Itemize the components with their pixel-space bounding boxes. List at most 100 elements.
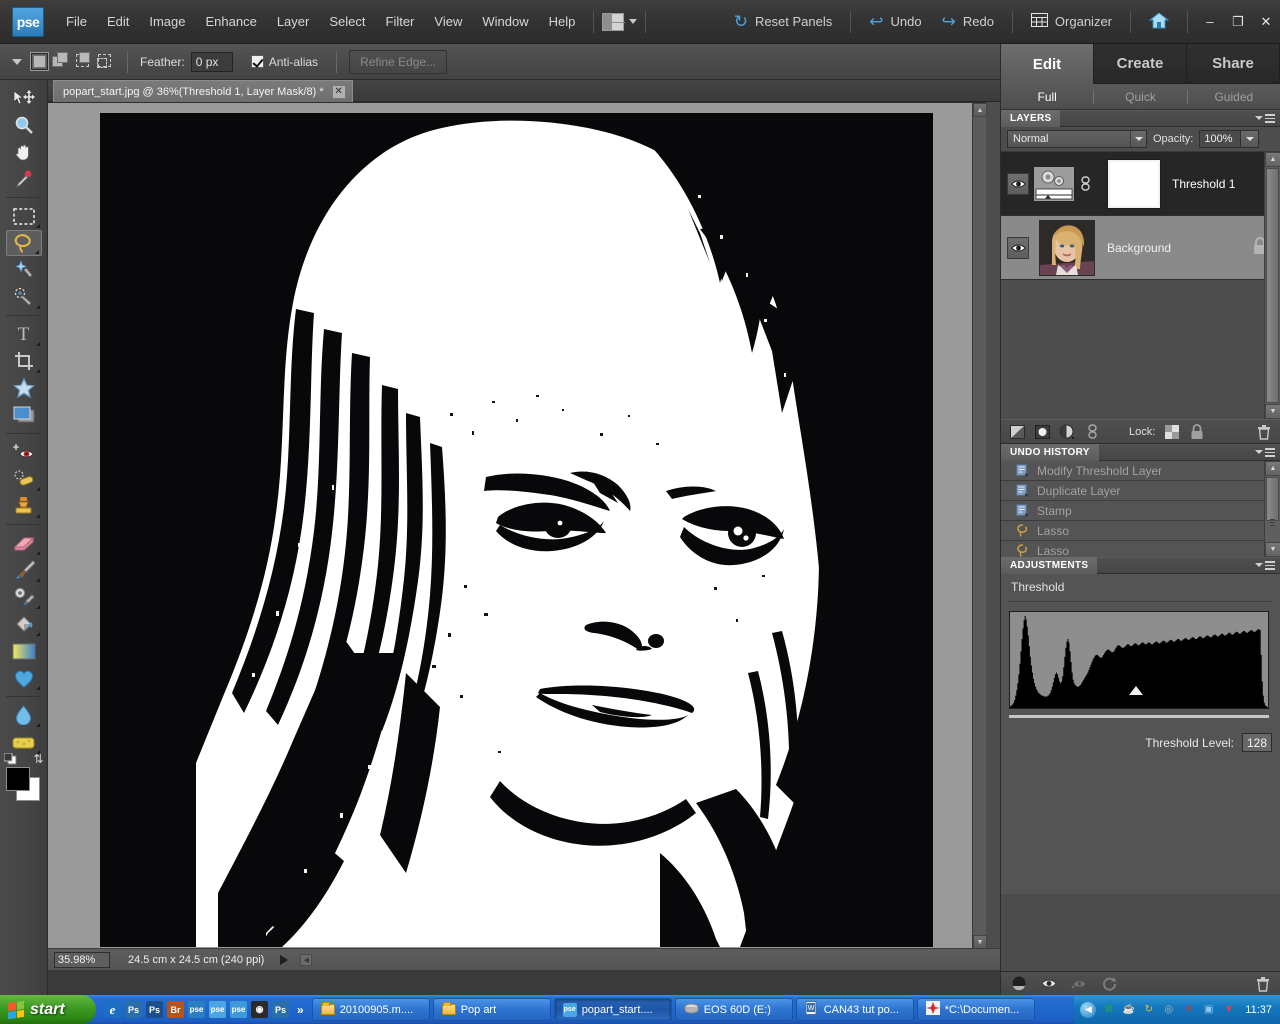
status-play-icon[interactable] [280,955,288,965]
clone-stamp-tool[interactable] [6,493,42,519]
straighten-tool[interactable] [6,402,42,428]
image-canvas[interactable] [100,113,933,947]
layers-scrollbar[interactable]: ▲ ▼ [1264,152,1280,419]
adjustment-layer-thumbnail[interactable] [1033,166,1075,202]
menu-edit[interactable]: Edit [97,10,139,33]
layers-panel-menu-button[interactable] [1255,114,1275,123]
internet-explorer-icon[interactable]: e [104,1001,121,1018]
scroll-down-icon[interactable]: ▼ [1265,404,1280,419]
lock-all-icon[interactable] [1189,424,1205,440]
layer-visibility-toggle[interactable] [1007,173,1029,195]
pse-icon-3[interactable]: pse [230,1001,247,1018]
smart-brush-tool[interactable] [6,584,42,610]
tray-expand-icon[interactable]: ◀ [1080,1002,1096,1018]
reset-adjustment-icon[interactable] [1101,976,1117,992]
minimize-button[interactable]: – [1196,8,1224,36]
pse-icon[interactable]: pse [188,1001,205,1018]
list-item[interactable]: Modify Threshold Layer [1001,461,1280,481]
default-colors-icon[interactable] [4,753,16,763]
tray-network-icon[interactable]: ⌘ [1101,1002,1116,1017]
photoshop-icon[interactable]: Ps [125,1001,142,1018]
taskbar-button-drive[interactable]: EOS 60D (E:) [675,998,793,1021]
menu-file[interactable]: File [56,10,97,33]
undo-button[interactable]: ↩ Undo [859,9,931,34]
scroll-down-icon[interactable]: ▼ [1265,542,1280,557]
link-layers-icon[interactable] [1084,424,1100,440]
layer-visibility-toggle[interactable] [1007,237,1029,259]
tab-edit[interactable]: Edit [1001,44,1094,84]
move-tool[interactable] [6,85,42,111]
eyedropper-tool[interactable] [6,166,42,192]
list-item[interactable]: Lasso [1001,521,1280,541]
menu-help[interactable]: Help [539,10,586,33]
home-button[interactable] [1139,8,1179,36]
swap-colors-icon[interactable]: ⇅ [33,752,43,766]
layer-thumbnail[interactable] [1039,220,1095,276]
start-button[interactable]: start [0,995,96,1024]
scrollbar-thumb[interactable] [1266,168,1279,403]
edit-mode-quick[interactable]: Quick [1094,90,1186,104]
quick-selection-tool[interactable] [6,284,42,310]
pse-icon-2[interactable]: pse [209,1001,226,1018]
tray-java-icon[interactable]: ☕ [1121,1002,1136,1017]
toggle-layer-mask-icon[interactable] [1011,976,1027,992]
history-scrollbar[interactable]: ▲ ▼ [1264,461,1280,557]
menu-select[interactable]: Select [319,10,375,33]
zoom-level-field[interactable]: 35.98% [54,952,110,968]
layer-mask-icon[interactable] [1059,424,1075,440]
shape-tool[interactable] [6,665,42,691]
scroll-up-icon[interactable]: ▲ [1265,461,1280,476]
table-row[interactable]: Background [1001,216,1280,280]
tab-create[interactable]: Create [1094,44,1187,84]
healing-brush-tool[interactable] [6,466,42,492]
hand-tool[interactable] [6,139,42,165]
zoom-tool[interactable] [6,112,42,138]
adjustments-panel-menu-button[interactable] [1255,561,1275,570]
quick-launch-overflow-icon[interactable]: » [297,1003,304,1017]
list-item[interactable]: Lasso [1001,541,1280,557]
new-selection-button[interactable] [30,52,49,71]
preview-visibility-icon[interactable] [1041,976,1057,992]
redo-button[interactable]: ↪ Redo [932,9,1004,34]
table-row[interactable]: Threshold 1 [1001,152,1280,216]
taskbar-button-photoshop-elements[interactable]: pse popart_start.... [554,998,672,1021]
lock-transparency-icon[interactable] [1164,424,1180,440]
layers-panel-title[interactable]: LAYERS [1001,110,1060,127]
tray-close-icon[interactable]: ✕ [1181,1002,1196,1017]
camera-icon[interactable]: ◉ [251,1001,268,1018]
restore-button[interactable]: ❐ [1224,8,1252,36]
tray-disc-icon[interactable]: ◎ [1161,1002,1176,1017]
crop-tool[interactable] [6,348,42,374]
undo-history-panel-title[interactable]: UNDO HISTORY [1001,444,1099,461]
taskbar-button-folder-1[interactable]: 20100905.m.... [312,998,430,1021]
anti-alias-checkbox[interactable]: Anti-alias [251,55,324,69]
photoshop-icon-3[interactable]: Ps [272,1001,289,1018]
cookie-cutter-tool[interactable] [6,375,42,401]
type-tool[interactable]: T [6,321,42,347]
preview-previous-icon[interactable] [1071,976,1087,992]
blend-mode-select[interactable]: Normal [1007,130,1147,148]
menu-layer[interactable]: Layer [267,10,320,33]
delete-adjustment-icon[interactable] [1255,976,1271,992]
red-eye-removal-tool[interactable] [6,439,42,465]
reset-panels-button[interactable]: ↻ Reset Panels [724,9,843,34]
opacity-dropdown-button[interactable] [1241,130,1259,148]
menu-filter[interactable]: Filter [376,10,425,33]
delete-layer-icon[interactable] [1256,424,1272,440]
scroll-up-icon[interactable]: ▲ [1265,152,1280,167]
canvas-vertical-scrollbar[interactable]: ▲ ▼ [972,103,986,949]
intersect-selection-button[interactable] [96,52,115,71]
taskbar-clock[interactable]: 11:37 [1245,1004,1272,1016]
status-left-icon[interactable]: ◀ [300,954,312,966]
menu-window[interactable]: Window [472,10,538,33]
add-to-selection-button[interactable] [52,52,71,71]
adjustments-panel-title[interactable]: ADJUSTMENTS [1001,557,1097,574]
menu-view[interactable]: View [424,10,472,33]
eraser-tool[interactable] [6,530,42,556]
foreground-color-swatch[interactable] [6,767,30,791]
subtract-from-selection-button[interactable] [74,52,93,71]
edit-mode-guided[interactable]: Guided [1188,90,1280,104]
photoshop-icon-2[interactable]: Ps [146,1001,163,1018]
edit-mode-full[interactable]: Full [1001,90,1093,104]
close-icon[interactable]: ✕ [332,85,346,99]
